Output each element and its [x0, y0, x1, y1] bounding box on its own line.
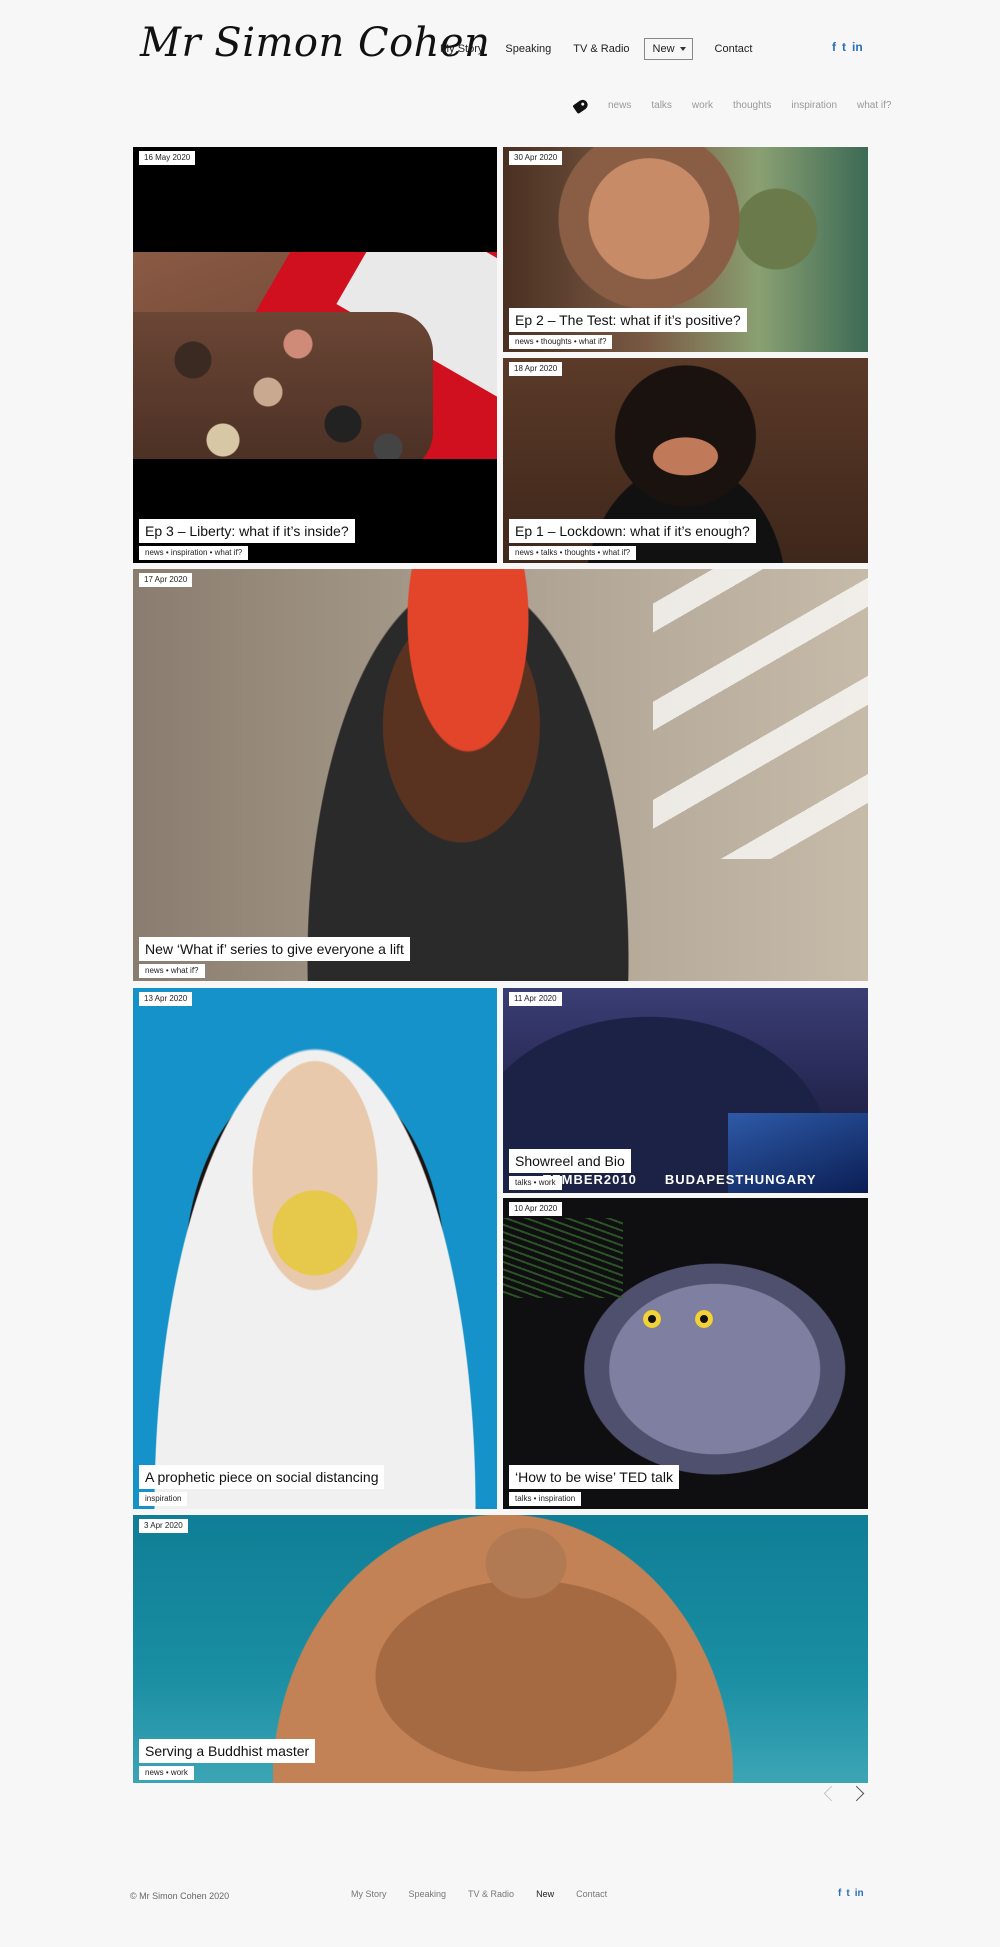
nav-speaking[interactable]: Speaking — [505, 43, 551, 55]
post-date: 18 Apr 2020 — [509, 362, 563, 376]
post-title[interactable]: New ‘What if’ series to give everyone a … — [139, 937, 410, 961]
post-tags: news • thoughts • what if? — [509, 335, 613, 349]
post-tags: talks • inspiration — [509, 1492, 582, 1506]
post-date: 30 Apr 2020 — [509, 151, 563, 165]
footer-social-links: f t in — [838, 1888, 864, 1899]
footer-nav-new[interactable]: New — [536, 1889, 554, 1899]
facebook-icon[interactable]: f — [838, 1888, 841, 1899]
post-image — [503, 1198, 868, 1509]
linkedin-icon[interactable]: in — [855, 1888, 864, 1899]
tag-icon — [572, 97, 590, 114]
post-card[interactable]: 16 May 2020 Ep 3 – Liberty: what if it’s… — [133, 147, 497, 563]
tag-filter-work[interactable]: work — [692, 100, 713, 111]
post-date: 17 Apr 2020 — [139, 573, 193, 587]
nav-contact[interactable]: Contact — [715, 43, 753, 55]
post-card[interactable]: 10 Apr 2020 ‘How to be wise’ TED talk ta… — [503, 1198, 868, 1509]
post-tags: news • what if? — [139, 964, 205, 978]
post-image — [133, 147, 497, 563]
footer-nav-my-story[interactable]: My Story — [351, 1889, 387, 1899]
tag-filter-inspiration[interactable]: inspiration — [791, 100, 837, 111]
post-tags: news • inspiration • what if? — [139, 546, 249, 560]
post-card[interactable]: 18 Apr 2020 Ep 1 – Lockdown: what if it’… — [503, 358, 868, 563]
post-card[interactable]: 3 Apr 2020 Serving a Buddhist master new… — [133, 1515, 868, 1783]
post-tags: inspiration — [139, 1492, 188, 1506]
tag-filter-news[interactable]: news — [608, 100, 631, 111]
nav-tv-radio[interactable]: TV & Radio — [573, 43, 629, 55]
site-logo[interactable]: Mr Simon Cohen — [140, 20, 490, 66]
tag-filter-what-if[interactable]: what if? — [857, 100, 891, 111]
image-text-right: BUDAPESTHUNGARY — [664, 1172, 817, 1187]
chevron-left-icon[interactable] — [823, 1785, 840, 1802]
post-date: 13 Apr 2020 — [139, 992, 193, 1006]
post-card[interactable]: TEMBER2010 BUDAPESTHUNGARY 11 Apr 2020 Sh… — [503, 988, 868, 1193]
post-tags: news • work — [139, 1766, 194, 1780]
footer-nav-speaking[interactable]: Speaking — [409, 1889, 447, 1899]
footer-nav-tv-radio[interactable]: TV & Radio — [468, 1889, 514, 1899]
twitter-icon[interactable]: t — [846, 1888, 849, 1899]
linkedin-icon[interactable]: in — [852, 40, 863, 54]
twitter-icon[interactable]: t — [842, 40, 846, 54]
tag-filter-thoughts[interactable]: thoughts — [733, 100, 771, 111]
post-title[interactable]: Showreel and Bio — [509, 1149, 631, 1173]
post-date: 11 Apr 2020 — [509, 992, 562, 1006]
post-title[interactable]: ‘How to be wise’ TED talk — [509, 1465, 679, 1489]
tag-filter-talks[interactable]: talks — [651, 100, 672, 111]
post-date: 3 Apr 2020 — [139, 1519, 188, 1533]
nav-my-story[interactable]: My Story — [440, 43, 483, 55]
post-image — [133, 569, 868, 981]
post-tags: news • talks • thoughts • what if? — [509, 546, 637, 560]
post-tags: talks • work — [509, 1176, 562, 1190]
copyright: © Mr Simon Cohen 2020 — [130, 1891, 230, 1901]
footer-nav: My Story Speaking TV & Radio New Contact — [351, 1889, 629, 1899]
post-title[interactable]: Ep 1 – Lockdown: what if it’s enough? — [509, 519, 756, 543]
facebook-icon[interactable]: f — [832, 40, 836, 54]
post-title[interactable]: A prophetic piece on social distancing — [139, 1465, 385, 1489]
post-card[interactable]: 13 Apr 2020 A prophetic piece on social … — [133, 988, 497, 1509]
post-title[interactable]: Ep 2 – The Test: what if it’s positive? — [509, 308, 747, 332]
main-nav: My Story Speaking TV & Radio New Contact — [440, 36, 774, 62]
footer-nav-contact[interactable]: Contact — [576, 1889, 607, 1899]
post-image — [133, 988, 497, 1509]
chevron-right-icon[interactable] — [848, 1785, 865, 1802]
post-date: 10 Apr 2020 — [509, 1202, 563, 1216]
nav-new-label: New — [652, 43, 675, 55]
tag-filter-bar: news talks work thoughts inspiration wha… — [572, 97, 891, 114]
post-date: 16 May 2020 — [139, 151, 196, 165]
post-card[interactable]: 17 Apr 2020 New ‘What if’ series to give… — [133, 569, 868, 981]
nav-new-dropdown[interactable]: New — [643, 38, 693, 60]
post-title[interactable]: Ep 3 – Liberty: what if it’s inside? — [139, 519, 355, 543]
social-links: f t in — [832, 40, 863, 54]
pagination — [823, 1785, 865, 1802]
post-title[interactable]: Serving a Buddhist master — [139, 1739, 316, 1763]
caret-down-icon — [679, 47, 686, 51]
post-card[interactable]: 30 Apr 2020 Ep 2 – The Test: what if it’… — [503, 147, 868, 352]
